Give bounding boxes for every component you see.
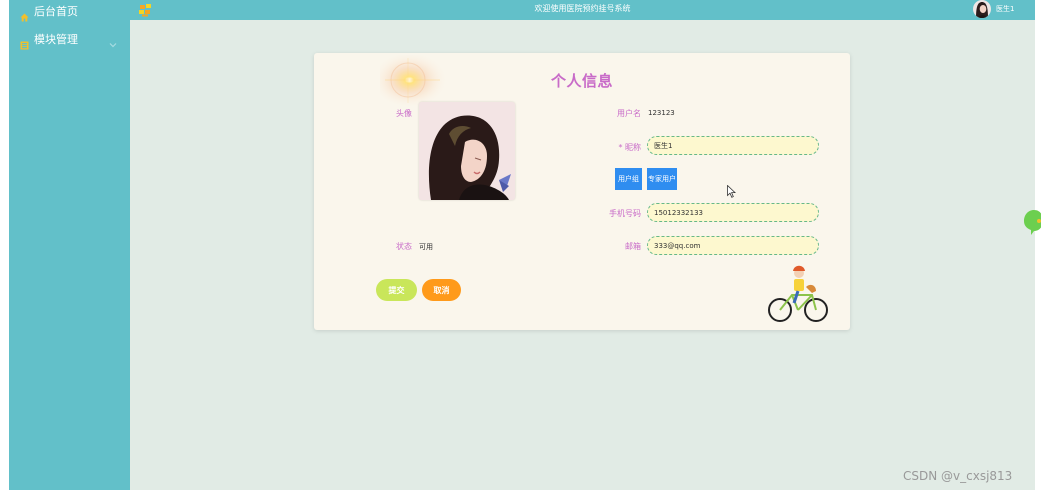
user-avatar[interactable] <box>973 0 991 18</box>
sidebar-item-label: 模块管理 <box>34 33 78 46</box>
username-value: 123123 <box>648 109 675 117</box>
watermark: CSDN @v_cxsj813 <box>903 469 1013 483</box>
expert-user-button[interactable]: 专家用户 <box>647 168 677 190</box>
avatar-label: 头像 <box>396 109 412 118</box>
app-root: 后台首页 模块管理 欢迎使用医院预约挂号系统 医生1 个人信息 头像 状态 可用… <box>0 0 1041 494</box>
sidebar-item-home[interactable]: 后台首页 <box>9 0 130 22</box>
cyclist-decoration <box>768 265 828 322</box>
nickname-input[interactable] <box>647 136 819 155</box>
module-icon <box>20 35 29 49</box>
sidebar-item-label: 后台首页 <box>34 5 78 18</box>
email-label: 邮箱 <box>625 242 641 251</box>
username-label: 用户名 <box>617 109 641 118</box>
sidebar: 后台首页 模块管理 <box>9 0 130 490</box>
profile-avatar[interactable] <box>419 102 515 200</box>
cancel-button[interactable]: 取消 <box>422 279 461 301</box>
home-icon <box>20 7 29 21</box>
mouse-cursor-icon <box>727 185 736 198</box>
submit-button[interactable]: 提交 <box>376 279 417 301</box>
status-value: 可用 <box>419 243 433 251</box>
chevron-down-icon[interactable] <box>109 34 117 48</box>
page-title: 个人信息 <box>550 72 613 90</box>
profile-card: 个人信息 头像 状态 可用 提交 取消 用户名 123123 * 昵称 用户 <box>314 53 850 330</box>
status-label: 状态 <box>396 242 412 251</box>
header-title: 欢迎使用医院预约挂号系统 <box>534 4 631 13</box>
user-group-button[interactable]: 用户组 <box>615 168 642 190</box>
top-header: 欢迎使用医院预约挂号系统 医生1 <box>130 0 1035 20</box>
header-username[interactable]: 医生1 <box>996 4 1014 14</box>
left-margin <box>0 0 9 494</box>
nickname-label: * 昵称 <box>618 143 641 152</box>
chat-bubble-icon[interactable] <box>1021 208 1041 236</box>
right-margin <box>1035 0 1041 494</box>
email-input[interactable] <box>647 236 819 255</box>
phone-label: 手机号码 <box>609 209 641 218</box>
phone-input[interactable] <box>647 203 819 222</box>
sidebar-item-modules[interactable]: 模块管理 <box>9 28 130 50</box>
bottom-margin <box>0 490 1041 494</box>
